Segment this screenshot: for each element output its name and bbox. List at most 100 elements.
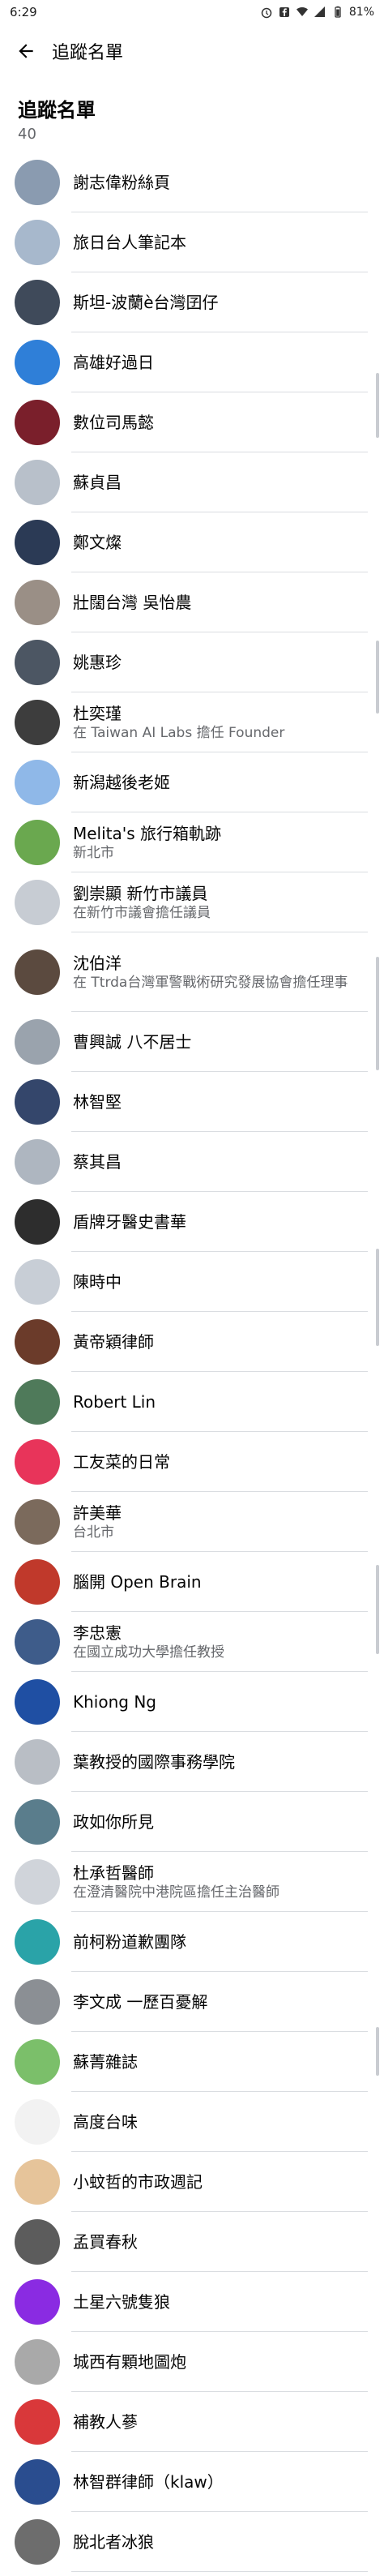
avatar — [15, 1799, 60, 1845]
page-name: Khiong Ng — [73, 1692, 156, 1712]
list-item[interactable]: 曹興誠 八不居士 — [0, 1012, 384, 1072]
app-bar: 追蹤名單 — [0, 24, 384, 78]
page-name: 補教人蔘 — [73, 2412, 138, 2432]
avatar — [15, 2219, 60, 2265]
status-bar: 6:29 81% — [0, 0, 384, 24]
battery-icon — [335, 6, 341, 18]
page-name: 小蚊哲的市政週記 — [73, 2172, 203, 2192]
list-item-text: 城西有顆地圖炮 — [73, 2351, 384, 2372]
list-item[interactable]: 脫北者冰狼 — [0, 2512, 384, 2572]
page-name: 城西有顆地圖炮 — [73, 2352, 186, 2372]
list-item[interactable]: 李忠憲 在國立成功大學擔任教授 — [0, 1612, 384, 1672]
scrollbar-segment[interactable] — [376, 1565, 379, 1654]
list-item[interactable]: 數位司馬懿 — [0, 392, 384, 452]
list-item-text: 葉教授的國際事務學院 — [73, 1751, 384, 1772]
page-name: 許美華 — [73, 1503, 122, 1523]
list-item[interactable]: 旅日台人筆記本 — [0, 212, 384, 272]
page-name: 政如你所見 — [73, 1812, 154, 1832]
list-item[interactable]: Robert Lin — [0, 1372, 384, 1432]
list-item-text: 杜奕瑾在 Taiwan AI Labs 擔任 Founder — [73, 703, 384, 742]
list-item[interactable]: 劉崇顯 新竹市議員 在新竹市議會擔任議員 — [0, 872, 384, 932]
list-item-text: 蔡其昌 — [73, 1151, 384, 1172]
list-item[interactable]: 鄭文燦 — [0, 512, 384, 572]
avatar — [15, 460, 60, 505]
alarm-icon — [261, 7, 272, 19]
list-item[interactable]: 新潟越後老姬 — [0, 752, 384, 812]
list-item-text: 斯坦-波蘭è台灣囝仔 — [73, 292, 384, 313]
list-item-text: 高度台味 — [73, 2111, 384, 2132]
list-item-text: 杜承哲醫師 在澄清醫院中港院區擔任主治醫師 — [73, 1862, 384, 1901]
list-item[interactable]: 前柯粉道歉團隊 — [0, 1912, 384, 1972]
avatar — [15, 1499, 60, 1545]
list-item[interactable]: 陳時中 — [0, 1252, 384, 1312]
list-item[interactable]: Melita's 旅行箱軌跡 新北市 — [0, 812, 384, 872]
avatar — [15, 580, 60, 625]
list-item[interactable]: 許美華 台北市 — [0, 1492, 384, 1552]
list-item-text: 姚惠珍 — [73, 652, 384, 673]
status-icons: 81% — [260, 6, 374, 19]
list-item-text: 新潟越後老姬 — [73, 772, 384, 793]
avatar — [15, 1259, 60, 1305]
list-item[interactable]: 姚惠珍 — [0, 632, 384, 692]
avatar — [15, 340, 60, 385]
list-item[interactable]: 黃帝穎律師 — [0, 1312, 384, 1372]
list-item[interactable]: 謝志偉粉絲頁 — [0, 152, 384, 212]
page-name: 曹興誠 八不居士 — [73, 1032, 192, 1052]
page-name: 李忠憲 — [73, 1623, 122, 1643]
avatar — [15, 880, 60, 925]
battery-percent: 81% — [348, 6, 374, 19]
avatar — [15, 1559, 60, 1605]
avatar — [15, 949, 60, 995]
list-item[interactable]: 小蚊哲的市政週記 — [0, 2152, 384, 2212]
page-subtitle: 台北市 — [73, 1524, 114, 1541]
list-item[interactable]: 高度台味 — [0, 2092, 384, 2152]
avatar — [15, 2519, 60, 2565]
list-item[interactable]: 林智堅 — [0, 1072, 384, 1132]
list-item[interactable]: 李文成 一歷百憂解 — [0, 1972, 384, 2032]
list-item[interactable]: 政如你所見 — [0, 1792, 384, 1852]
list-item[interactable]: 蘇菁雜誌 — [0, 2032, 384, 2092]
page-name: 腦開 Open Brain — [73, 1572, 202, 1592]
list-item[interactable]: 林智群律師（klaw） — [0, 2452, 384, 2512]
avatar — [15, 1739, 60, 1785]
list-item[interactable]: 蔡其昌 — [0, 1132, 384, 1192]
scrollbar-segment[interactable] — [376, 373, 379, 438]
list-item[interactable]: 孟買春秋 — [0, 2212, 384, 2272]
list-item[interactable]: 城西有顆地圖炮 — [0, 2332, 384, 2392]
list-item[interactable]: 土星六號隻狼 — [0, 2272, 384, 2332]
list-item[interactable]: 腦開 Open Brain — [0, 1552, 384, 1612]
avatar — [15, 2279, 60, 2325]
back-button[interactable] — [11, 36, 41, 66]
list-item[interactable]: Khiong Ng — [0, 1672, 384, 1732]
page-subtitle: 在新竹市議會擔任議員 — [73, 905, 211, 921]
follow-count: 40 — [18, 126, 36, 143]
list-item[interactable]: 沈伯洋在 Ttrda台灣軍警戰術研究發展協會擔任理事 — [0, 932, 384, 1012]
list-item[interactable]: 工友菜的日常 — [0, 1432, 384, 1492]
page-name: Robert Lin — [73, 1392, 156, 1412]
list-item[interactable]: 蘇貞昌 — [0, 452, 384, 512]
list-item[interactable]: 杜承哲醫師 在澄清醫院中港院區擔任主治醫師 — [0, 1852, 384, 1912]
scrollbar-segment[interactable] — [376, 2027, 379, 2076]
list-item[interactable]: 盾牌牙醫史書華 — [0, 1192, 384, 1252]
page-name: 李文成 一歷百憂解 — [73, 1992, 208, 2012]
page-name: 杜承哲醫師 — [73, 1863, 154, 1883]
list-item-text: Melita's 旅行箱軌跡 新北市 — [73, 823, 384, 862]
list-item[interactable]: 高雄好過日 — [0, 332, 384, 392]
list-item[interactable]: 壯闊台灣 吳怡農 — [0, 572, 384, 632]
scrollbar-segment[interactable] — [376, 641, 379, 714]
facebook-notification-icon — [279, 7, 289, 17]
list-item-text: 脫北者冰狼 — [73, 2531, 384, 2552]
list-item[interactable]: 斯坦-波蘭è台灣囝仔 — [0, 272, 384, 332]
list-item-text: 補教人蔘 — [73, 2411, 384, 2432]
list-item-text: 蘇貞昌 — [73, 472, 384, 493]
page-name: 黃帝穎律師 — [73, 1332, 154, 1352]
list-item[interactable]: 杜奕瑾在 Taiwan AI Labs 擔任 Founder — [0, 692, 384, 752]
scrollbar-segment[interactable] — [376, 1249, 379, 1346]
list-item[interactable]: 補教人蔘 — [0, 2392, 384, 2452]
page-name: 旅日台人筆記本 — [73, 233, 186, 252]
page-name: 盾牌牙醫史書華 — [73, 1212, 186, 1232]
list-item[interactable]: 葉教授的國際事務學院 — [0, 1732, 384, 1792]
avatar — [15, 1619, 60, 1665]
avatar — [15, 2459, 60, 2505]
scrollbar-segment[interactable] — [376, 957, 379, 1070]
